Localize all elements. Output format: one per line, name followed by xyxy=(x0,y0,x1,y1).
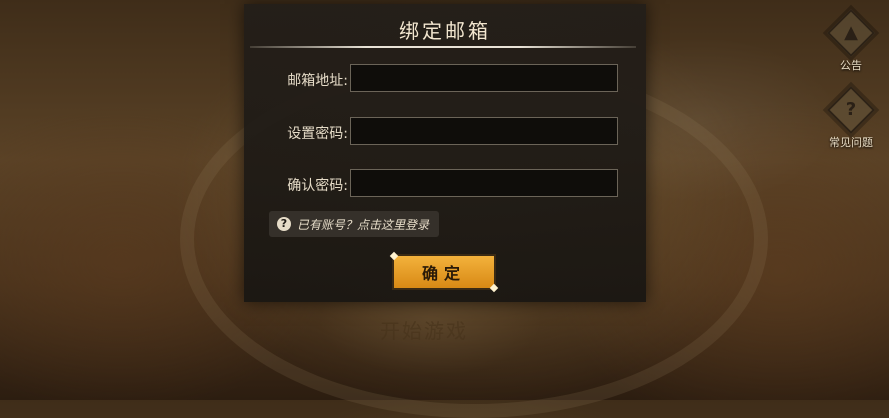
notice-label: 公告 xyxy=(840,59,862,72)
dialog-title: 绑定邮箱 xyxy=(399,19,491,43)
background-start-game-text: 开始游戏 xyxy=(380,319,468,343)
password-label: 设置密码: xyxy=(287,126,348,142)
password-input[interactable] xyxy=(350,117,618,145)
question-glyph: ? xyxy=(845,99,857,120)
help-icon: ? xyxy=(277,217,291,231)
faq-button[interactable]: ? 常见问题 xyxy=(823,85,879,150)
email-input[interactable] xyxy=(350,64,618,92)
notice-glyph: ▲ xyxy=(844,22,858,43)
notice-button[interactable]: ▲ 公告 xyxy=(823,8,879,73)
confirm-password-input[interactable] xyxy=(350,169,618,197)
corner-ornament xyxy=(389,251,399,261)
login-link-text: 已有账号？点击这里登录 xyxy=(297,217,430,232)
faq-label: 常见问题 xyxy=(829,136,873,149)
title-divider xyxy=(250,46,636,48)
confirm-button-label: 确定 xyxy=(421,264,466,283)
email-label: 邮箱地址: xyxy=(287,73,348,89)
email-row: 邮箱地址: xyxy=(244,64,646,94)
confirm-password-row: 确认密码: xyxy=(244,169,646,199)
password-row: 设置密码: xyxy=(244,117,646,147)
confirm-password-label: 确认密码: xyxy=(287,178,348,194)
confirm-button[interactable]: 确定 xyxy=(389,251,499,293)
login-link[interactable]: ? 已有账号？点击这里登录 xyxy=(269,211,440,237)
